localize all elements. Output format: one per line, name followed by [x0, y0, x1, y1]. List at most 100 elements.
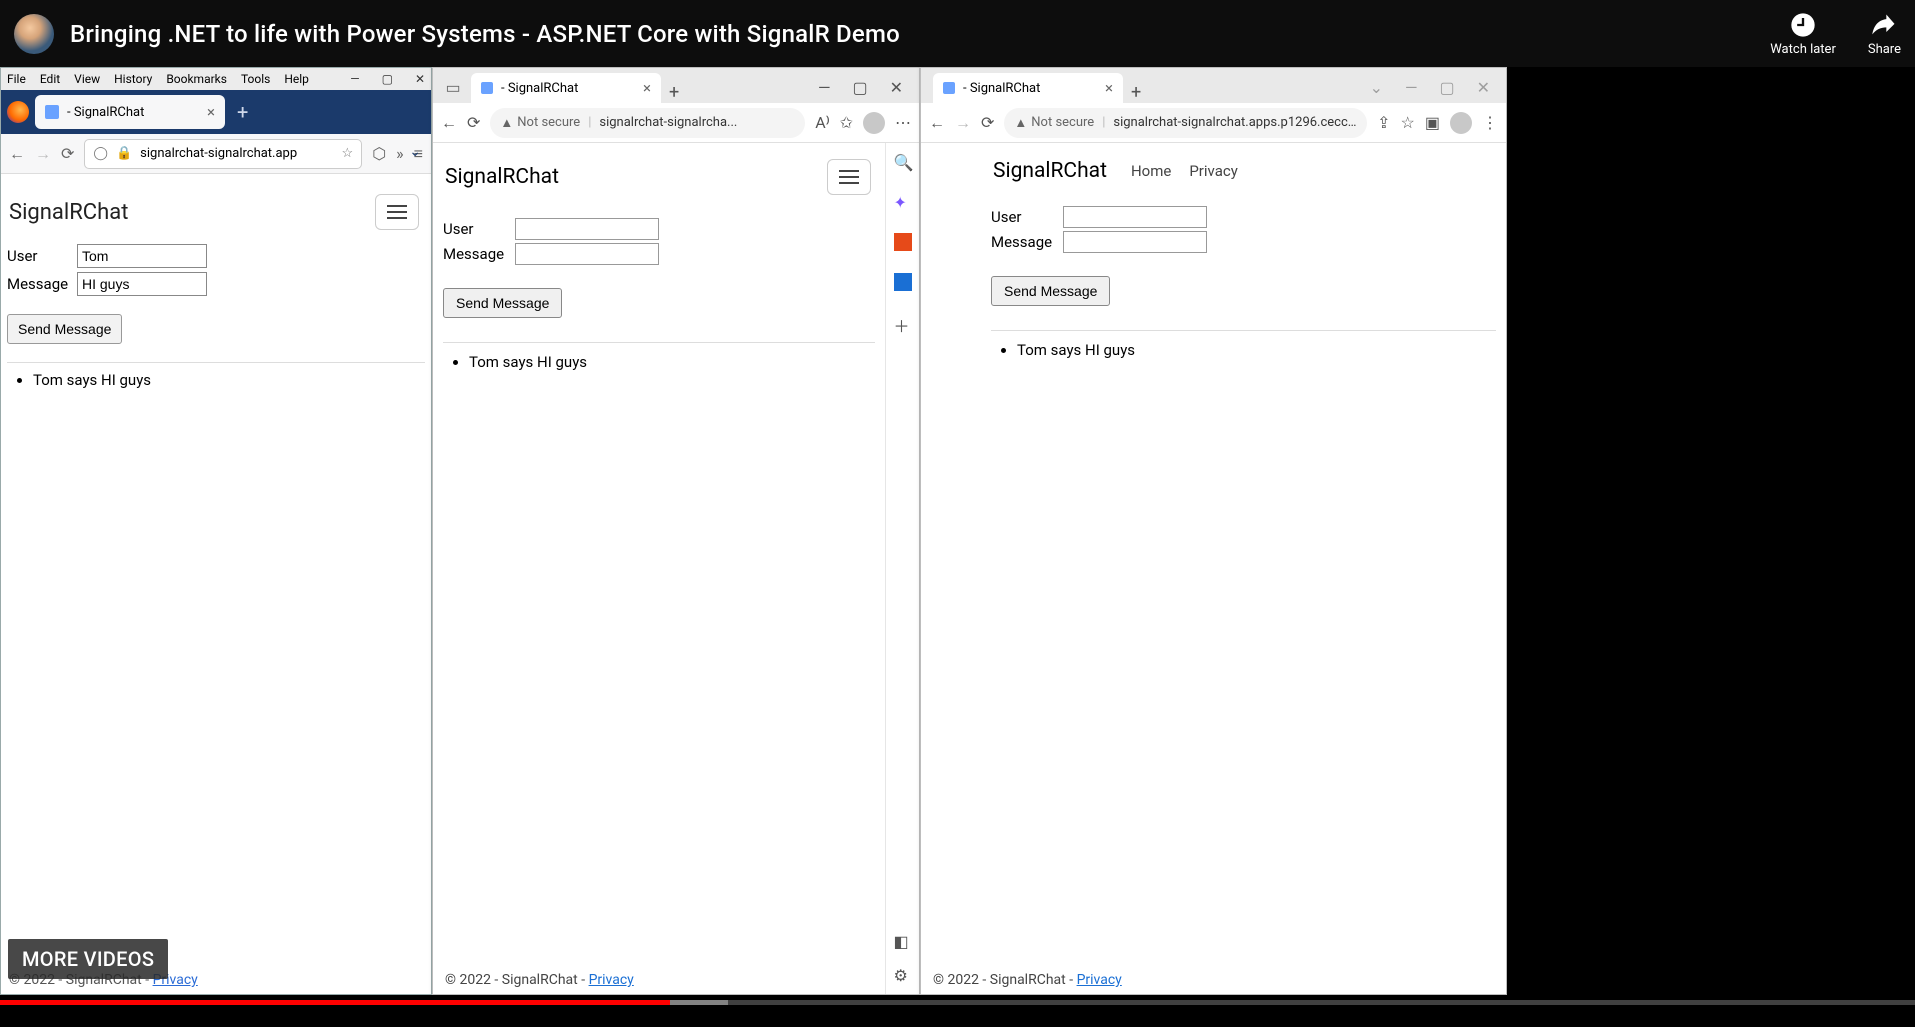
- browser-tab[interactable]: - SignalRChat ×: [35, 95, 225, 129]
- video-title: Bringing .NET to life with Power Systems…: [70, 20, 900, 48]
- extensions-icon[interactable]: ▣: [1425, 113, 1440, 132]
- tabs-dropdown-icon[interactable]: ⌄: [409, 144, 421, 160]
- bookmark-star-icon[interactable]: ☆: [342, 146, 354, 161]
- menu-help[interactable]: Help: [284, 72, 309, 86]
- tab-actions-icon[interactable]: ▭: [441, 75, 465, 99]
- app-footer: © 2022 - SignalRChat - Privacy: [933, 972, 1122, 988]
- url-bar[interactable]: ▲ Not secure | signalrchat-signalrchat.a…: [1004, 108, 1367, 138]
- split-screen-icon[interactable]: ◧: [894, 932, 912, 950]
- nav-privacy[interactable]: Privacy: [1189, 162, 1237, 180]
- send-message-button[interactable]: Send Message: [443, 288, 562, 318]
- user-label: User: [7, 247, 77, 265]
- message-item: Tom says HI guys: [1017, 341, 1496, 359]
- firefox-logo-icon[interactable]: [7, 101, 29, 123]
- edge-toolbar: ← ⟳ ▲ Not secure | signalrchat-signalrch…: [433, 103, 919, 143]
- message-input[interactable]: [1063, 231, 1207, 253]
- url-text: signalrchat-signalrchat.apps.p1296.cecc.…: [1113, 115, 1357, 130]
- menu-view[interactable]: View: [74, 72, 100, 86]
- footer-privacy-link[interactable]: Privacy: [589, 972, 634, 988]
- browser-tab[interactable]: - SignalRChat ×: [933, 73, 1123, 103]
- channel-avatar[interactable]: [14, 14, 54, 54]
- share-page-icon[interactable]: ⇪: [1377, 113, 1390, 132]
- back-icon[interactable]: ←: [441, 113, 457, 133]
- favorite-star-icon[interactable]: ✩: [840, 113, 853, 132]
- more-icon[interactable]: ⋯: [895, 113, 911, 132]
- read-aloud-icon[interactable]: A⁾: [815, 113, 829, 132]
- maximize-icon[interactable]: ▢: [852, 78, 867, 97]
- menu-history[interactable]: History: [114, 72, 152, 86]
- send-message-button[interactable]: Send Message: [7, 314, 122, 344]
- progress-played: [0, 1000, 670, 1005]
- tab-close-icon[interactable]: ×: [643, 79, 651, 97]
- new-tab-button[interactable]: +: [231, 100, 254, 124]
- url-bar[interactable]: ◯ 🔒 signalrchat-signalrchat.app ☆: [84, 139, 362, 169]
- tab-close-icon[interactable]: ×: [1105, 79, 1113, 97]
- outlook-icon[interactable]: [894, 273, 912, 291]
- add-sidebar-icon[interactable]: ＋: [894, 313, 912, 331]
- nav-home[interactable]: Home: [1131, 162, 1171, 180]
- sparkle-icon[interactable]: ✦: [894, 193, 912, 211]
- footer-privacy-link[interactable]: Privacy: [1077, 972, 1122, 988]
- office-icon[interactable]: [894, 233, 912, 251]
- app-brand[interactable]: SignalRChat: [9, 200, 128, 225]
- nav-toggle-button[interactable]: [827, 159, 871, 195]
- reload-icon[interactable]: ⟳: [61, 144, 74, 163]
- settings-icon[interactable]: ⚙: [894, 966, 912, 984]
- back-icon[interactable]: ←: [9, 144, 25, 164]
- edge-sidebar: 🔍 ✦ ＋ ◧ ⚙: [885, 143, 919, 994]
- url-text: signalrchat-signalrchat.app: [140, 146, 297, 161]
- user-input[interactable]: [1063, 206, 1207, 228]
- more-videos-chip[interactable]: MORE VIDEOS: [8, 939, 168, 979]
- share-button[interactable]: Share: [1868, 11, 1901, 57]
- favorite-star-icon[interactable]: ☆: [1401, 113, 1415, 132]
- chevron-down-icon[interactable]: ⌄: [1370, 78, 1383, 97]
- maximize-icon[interactable]: ▢: [382, 72, 393, 86]
- video-header: Bringing .NET to life with Power Systems…: [0, 0, 1915, 67]
- app-brand[interactable]: SignalRChat: [993, 159, 1107, 183]
- tab-close-icon[interactable]: ×: [207, 103, 215, 121]
- favicon-icon: [481, 82, 493, 94]
- new-tab-button[interactable]: +: [1123, 82, 1149, 103]
- minimize-icon[interactable]: —: [818, 78, 831, 97]
- close-icon[interactable]: ✕: [890, 78, 903, 97]
- reload-icon[interactable]: ⟳: [981, 113, 994, 132]
- menu-bookmarks[interactable]: Bookmarks: [166, 72, 227, 86]
- profile-avatar-icon[interactable]: [1450, 112, 1472, 134]
- forward-icon[interactable]: →: [955, 113, 971, 133]
- menu-file[interactable]: File: [7, 72, 26, 86]
- app-brand[interactable]: SignalRChat: [445, 165, 559, 189]
- pocket-icon[interactable]: ⬡: [372, 144, 386, 163]
- message-input[interactable]: [515, 243, 659, 265]
- firefox-menubar: File Edit View History Bookmarks Tools H…: [1, 68, 431, 90]
- watch-later-button[interactable]: Watch later: [1770, 11, 1836, 57]
- progress-buffered: [670, 1000, 727, 1005]
- close-icon[interactable]: ✕: [415, 72, 425, 86]
- minimize-icon[interactable]: —: [1405, 78, 1418, 97]
- send-message-button[interactable]: Send Message: [991, 276, 1110, 306]
- close-icon[interactable]: ✕: [1477, 78, 1490, 97]
- reload-icon[interactable]: ⟳: [467, 113, 480, 132]
- more-icon[interactable]: ⋮: [1482, 113, 1498, 132]
- menu-tools[interactable]: Tools: [241, 72, 270, 86]
- menu-edit[interactable]: Edit: [40, 72, 60, 86]
- search-icon[interactable]: 🔍: [894, 153, 912, 171]
- url-bar[interactable]: ▲ Not secure | signalrchat-signalrcha...: [490, 108, 805, 138]
- maximize-icon[interactable]: ▢: [1439, 78, 1454, 97]
- browser-tab[interactable]: - SignalRChat ×: [471, 73, 661, 103]
- chat-app: SignalRChat User Message Send Message To…: [1, 174, 431, 395]
- back-icon[interactable]: ←: [929, 113, 945, 133]
- desktop-area: File Edit View History Bookmarks Tools H…: [0, 67, 1915, 1027]
- message-input[interactable]: [77, 272, 207, 296]
- overflow-icon[interactable]: »: [396, 144, 404, 163]
- profile-avatar-icon[interactable]: [863, 112, 885, 134]
- video-progress-bar[interactable]: [0, 1000, 1915, 1005]
- forward-icon[interactable]: →: [35, 144, 51, 164]
- user-input[interactable]: [515, 218, 659, 240]
- nav-toggle-button[interactable]: [375, 194, 419, 230]
- tab-title: - SignalRChat: [963, 81, 1040, 96]
- minimize-icon[interactable]: —: [350, 72, 359, 86]
- new-tab-button[interactable]: +: [661, 82, 687, 103]
- user-input[interactable]: [77, 244, 207, 268]
- url-text: signalrchat-signalrcha...: [599, 115, 795, 130]
- app-footer: © 2022 - SignalRChat - Privacy: [445, 972, 634, 988]
